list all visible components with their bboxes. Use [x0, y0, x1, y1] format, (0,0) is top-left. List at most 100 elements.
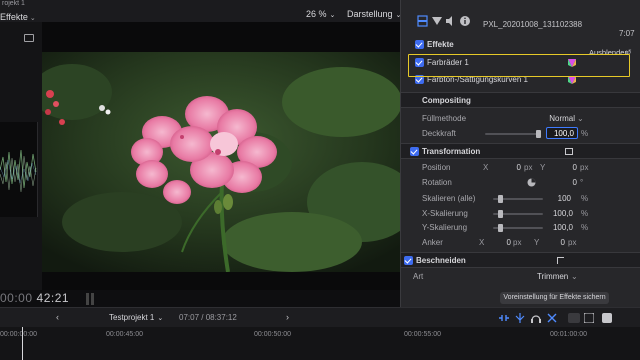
rotation-input[interactable]: 0 [553, 178, 577, 187]
zoom-out-icon[interactable] [568, 313, 580, 323]
tab-audio[interactable] [445, 15, 457, 27]
crop-onscreen-icon[interactable] [557, 257, 564, 264]
project-name-label: Testprojekt 1 [109, 313, 155, 322]
chevron-down-icon: ⌄ [157, 315, 164, 322]
blend-mode-label: Füllmethode [422, 114, 467, 123]
timeline-header: ‹ Testprojekt 1 ⌄ 07:07 / 08:37:12 › [0, 307, 640, 327]
view-menu-label: Darstellung [347, 9, 393, 19]
inspector-tabs [413, 15, 475, 29]
chevron-down-icon: ⌄ [329, 12, 336, 19]
crop-enable-checkbox[interactable] [404, 256, 413, 265]
crop-type-row: Art Trimmen ⌄ [401, 269, 640, 285]
crop-header: Beschneiden [416, 256, 466, 265]
scale-y-slider[interactable] [493, 224, 543, 232]
selected-effect-highlight [408, 54, 630, 77]
axis-y-label: Y [534, 238, 540, 247]
slider-knob[interactable] [536, 130, 541, 138]
waveform-scope [0, 122, 38, 217]
anchor-row: Anker X 0 px Y 0 px [401, 235, 640, 251]
scale-y-label: Y-Skalierung [422, 223, 468, 232]
rotation-unit: ° [580, 178, 584, 187]
zoom-menu[interactable]: 26 % ⌄ [306, 9, 335, 19]
snapping-icon[interactable] [546, 312, 558, 324]
opacity-label: Deckkraft [422, 129, 456, 138]
film-icon [417, 15, 428, 27]
headphones-icon[interactable] [530, 312, 542, 324]
crop-type-select[interactable]: Trimmen [537, 272, 568, 281]
timecode-value: 42:21 [36, 291, 70, 305]
crop-header-row[interactable]: Beschneiden [401, 252, 640, 268]
forward-arrow-icon[interactable]: › [286, 312, 289, 322]
slider-knob[interactable] [498, 210, 503, 218]
chevron-down-icon: ⌄ [577, 114, 584, 123]
transform-enable-checkbox[interactable] [410, 147, 419, 156]
tab-info[interactable] [459, 15, 471, 27]
position-x-input[interactable]: 0 [501, 163, 521, 172]
tab-color[interactable] [431, 15, 443, 27]
ruler-time: 00:00:45:00 [106, 331, 143, 338]
tab-video[interactable] [417, 15, 429, 27]
transform-onscreen-icon[interactable] [565, 148, 573, 155]
timeline-index-icon[interactable] [602, 313, 612, 323]
pct-unit: % [581, 194, 589, 203]
pct-unit: % [581, 223, 589, 232]
scale-x-slider[interactable] [493, 210, 543, 218]
scale-y-input[interactable]: 100,0 [543, 223, 573, 232]
project-name[interactable]: Testprojekt 1 ⌄ [109, 313, 163, 322]
opacity-slider[interactable] [485, 130, 541, 138]
timeline-ruler[interactable]: 00:00:00:00 00:00:45:00 00:00:50:00 00:0… [0, 327, 640, 360]
scale-all-slider[interactable] [493, 195, 543, 203]
clip-appearance-icon[interactable] [498, 312, 510, 324]
waveform-graph [0, 149, 37, 193]
transform-header-row[interactable]: Transformation [401, 143, 640, 159]
px-unit: px [568, 238, 577, 247]
blend-mode-select[interactable]: Normal [525, 114, 575, 123]
compositing-header-row[interactable]: Compositing [401, 92, 640, 108]
flower-image [42, 52, 400, 272]
color-swatch-icon[interactable] [568, 76, 576, 84]
window-title: rojekt 1 [2, 0, 25, 7]
scopes-panel [0, 22, 42, 290]
anchor-label: Anker [422, 238, 443, 247]
position-label: Position [422, 163, 451, 172]
playhead[interactable] [22, 327, 23, 360]
scale-all-row: Skalieren (alle) 100 % [401, 191, 640, 207]
timecode-dim: 00:00 [0, 291, 33, 305]
timecode-display[interactable]: 00:00 42:21 [0, 291, 69, 305]
back-arrow-icon[interactable]: ‹ [56, 312, 59, 322]
rotation-dial-icon[interactable] [527, 178, 536, 187]
video-frame[interactable] [42, 52, 400, 272]
anchor-x-input[interactable]: 0 [497, 238, 511, 247]
project-duration: 07:07 / 08:37:12 [179, 313, 237, 322]
px-unit: px [524, 163, 533, 172]
pct-unit: % [581, 209, 589, 218]
anchor-y-input[interactable]: 0 [551, 238, 565, 247]
timecode-bar: 00:00 42:21 [0, 290, 400, 307]
clip-view-icon[interactable] [584, 313, 594, 323]
effects-menu[interactable]: Effekte ⌄ [0, 12, 36, 22]
clip-name: PXL_20201008_131102388 [483, 20, 583, 29]
scale-all-label: Skalieren (alle) [422, 194, 476, 203]
opacity-input[interactable]: 100,0 [546, 127, 578, 139]
inspector-panel: PXL_20201008_131102388 7:07 Effekte Ausb… [400, 0, 640, 307]
save-effects-preset-button[interactable]: Voreinstellung für Effekte sichern [500, 292, 609, 304]
skimming-icon[interactable] [514, 312, 526, 324]
view-menu[interactable]: Darstellung ⌄ [347, 9, 401, 19]
scope-settings-icon[interactable] [24, 34, 34, 42]
scale-x-input[interactable]: 100,0 [543, 209, 573, 218]
scale-all-input[interactable]: 100 [547, 194, 571, 203]
axis-x-label: X [483, 163, 489, 172]
position-y-input[interactable]: 0 [557, 163, 577, 172]
px-unit: px [580, 163, 589, 172]
viewer [42, 22, 400, 304]
slider-knob[interactable] [498, 224, 503, 232]
slider-knob[interactable] [498, 195, 503, 203]
crop-type-label: Art [413, 272, 424, 281]
opacity-row: Deckkraft 100,0 % [401, 126, 640, 142]
audio-icon [446, 16, 452, 26]
px-unit: px [513, 238, 522, 247]
ruler-time: 00:00:50:00 [254, 331, 291, 338]
info-icon [460, 16, 470, 26]
timeline-tools [498, 312, 638, 324]
rotation-label: Rotation [422, 178, 452, 187]
